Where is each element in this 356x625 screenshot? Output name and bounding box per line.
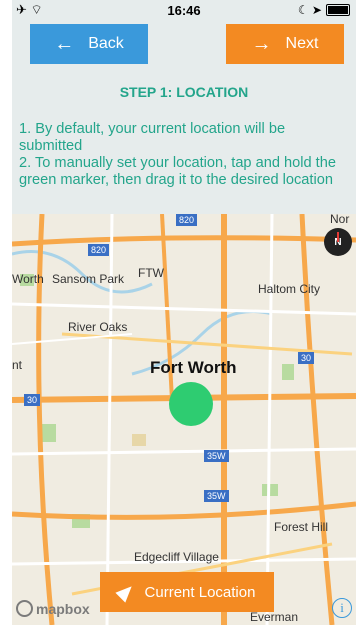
shield-i35w-a: 35W — [204, 450, 229, 462]
current-location-button[interactable]: Current Location — [100, 572, 274, 612]
label-worth: Worth — [12, 272, 44, 286]
shield-i35w-b: 35W — [204, 490, 229, 502]
map-view[interactable]: Worth Sansom Park FTW Haltom City River … — [12, 214, 356, 625]
label-sansom-park: Sansom Park — [52, 272, 125, 286]
app-screen: ✈ ⌔ 16:46 ☾ ➤ ← Back → Next STEP 1: LOCA… — [12, 0, 356, 625]
shield-i820-b: 820 — [176, 214, 198, 226]
arrow-left-icon: ← — [54, 32, 75, 55]
label-river-oaks: River Oaks — [68, 320, 128, 334]
location-marker[interactable] — [169, 382, 213, 426]
back-label: Back — [88, 35, 124, 52]
label-everman: Everman — [250, 610, 299, 624]
step-header: ← Back → Next STEP 1: LOCATION 1. By def… — [12, 20, 356, 214]
label-nt: nt — [12, 358, 23, 372]
step-title: STEP 1: LOCATION — [119, 84, 249, 100]
label-forest-hill: Forest Hill — [274, 520, 329, 534]
status-bar: ✈ ⌔ 16:46 ☾ ➤ — [12, 0, 356, 20]
label-nor: Nor — [330, 214, 350, 226]
instruction-1: 1. By default, your current location wil… — [19, 121, 286, 154]
next-button[interactable]: → Next — [226, 24, 344, 64]
status-right: ☾ ➤ — [298, 3, 350, 17]
current-location-label: Current Location — [144, 583, 256, 601]
back-button[interactable]: ← Back — [30, 24, 148, 64]
info-icon[interactable]: i — [332, 598, 352, 618]
instruction-2: 2. To manually set your location, tap an… — [19, 155, 336, 188]
shield-i30-a: 30 — [24, 394, 41, 406]
moon-location-icons: ☾ ➤ — [297, 3, 322, 17]
shield-i30-b: 30 — [298, 352, 315, 364]
arrow-right-icon: → — [251, 32, 272, 55]
mapbox-logo-icon — [16, 600, 33, 617]
mapbox-logo-text: mapbox — [36, 600, 90, 617]
shield-i820-a: 820 — [88, 244, 110, 256]
label-edgecliff-village: Edgecliff Village — [134, 550, 219, 564]
next-label: Next — [285, 35, 319, 52]
label-fort-worth: Fort Worth — [150, 358, 237, 377]
label-haltom-city: Haltom City — [258, 282, 321, 296]
location-arrow-icon — [114, 581, 137, 603]
label-ftw: FTW — [138, 266, 164, 280]
mapbox-logo[interactable]: mapbox — [16, 600, 90, 617]
instructions: 1. By default, your current location wil… — [19, 121, 349, 189]
compass-icon[interactable]: N — [324, 228, 352, 256]
battery-icon — [326, 4, 350, 16]
